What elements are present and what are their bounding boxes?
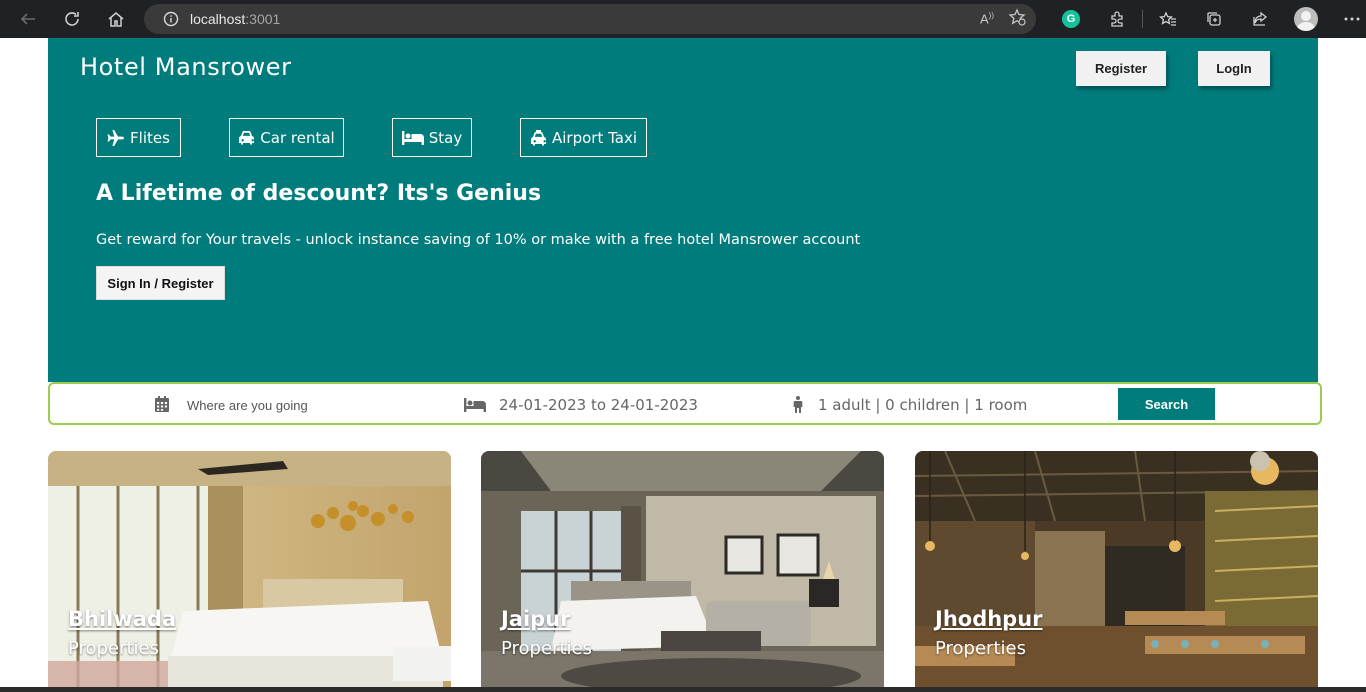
category-label: Car rental	[260, 128, 335, 147]
favorites-icon[interactable]	[1145, 0, 1191, 38]
add-favorite-icon[interactable]	[1008, 8, 1026, 30]
browser-toolbar: localhost:3001 A)) G	[0, 0, 1366, 38]
home-icon[interactable]	[96, 0, 136, 38]
url-text: localhost:3001	[190, 11, 281, 27]
category-label: Airport Taxi	[551, 128, 638, 147]
category-stay[interactable]: Stay	[392, 118, 472, 157]
taxi-icon	[530, 129, 547, 146]
refresh-icon[interactable]	[52, 0, 92, 38]
category-flites[interactable]: Flites	[96, 118, 181, 157]
card-subtitle: Properties	[68, 638, 159, 659]
category-label: Flites	[130, 128, 170, 147]
bed-icon	[464, 397, 486, 416]
taskbar-edge	[0, 687, 1366, 692]
date-range-field[interactable]: 24-01-2023 to 24-01-2023	[499, 396, 698, 414]
card-city-name[interactable]: Jaipur	[501, 607, 571, 631]
card-city-name[interactable]: Jhodhpur	[935, 607, 1043, 631]
more-menu-icon[interactable]	[1329, 0, 1366, 38]
car-icon	[238, 130, 255, 145]
destination-card-bhilwada[interactable]: Bhilwada Properties	[48, 451, 451, 692]
search-bar: 24-01-2023 to 24-01-2023 1 adult | 0 chi…	[48, 382, 1322, 425]
person-icon	[793, 396, 803, 417]
guests-field[interactable]: 1 adult | 0 children | 1 room	[818, 396, 1027, 414]
hero-headline: A Lifetime of descount? Its's Genius	[96, 181, 542, 206]
address-bar[interactable]: localhost:3001 A))	[144, 4, 1036, 34]
toolbar-divider	[1142, 10, 1143, 28]
hero-section: Hotel Mansrower Register LogIn Flites Ca…	[48, 38, 1318, 382]
extensions-icon[interactable]	[1094, 0, 1140, 38]
calendar-icon	[155, 396, 169, 416]
brand-logo-text[interactable]: Hotel Mansrower	[80, 53, 292, 81]
category-airport-taxi[interactable]: Airport Taxi	[520, 118, 647, 157]
destination-card-jhodhpur[interactable]: Jhodhpur Properties	[915, 451, 1318, 692]
login-button[interactable]: LogIn	[1198, 51, 1270, 86]
card-city-name[interactable]: Bhilwada	[68, 607, 176, 631]
destination-card-jaipur[interactable]: Jaipur Properties	[481, 451, 884, 692]
plane-icon	[107, 129, 125, 146]
card-subtitle: Properties	[501, 638, 592, 659]
hero-subline: Get reward for Your travels - unlock ins…	[96, 232, 861, 248]
destination-input[interactable]	[187, 395, 417, 415]
category-car-rental[interactable]: Car rental	[229, 118, 344, 157]
search-button[interactable]: Search	[1118, 388, 1215, 420]
card-subtitle: Properties	[935, 638, 1026, 659]
share-icon[interactable]	[1237, 0, 1283, 38]
read-aloud-icon[interactable]: A))	[980, 11, 994, 26]
category-label: Stay	[428, 128, 463, 147]
profile-avatar[interactable]	[1283, 0, 1329, 38]
back-arrow-icon[interactable]	[8, 0, 48, 38]
sign-in-register-button[interactable]: Sign In / Register	[96, 266, 225, 300]
bed-icon	[401, 130, 424, 145]
site-info-icon[interactable]	[156, 11, 186, 27]
register-button[interactable]: Register	[1076, 51, 1166, 86]
grammarly-extension-icon[interactable]: G	[1048, 0, 1094, 38]
collections-icon[interactable]	[1191, 0, 1237, 38]
